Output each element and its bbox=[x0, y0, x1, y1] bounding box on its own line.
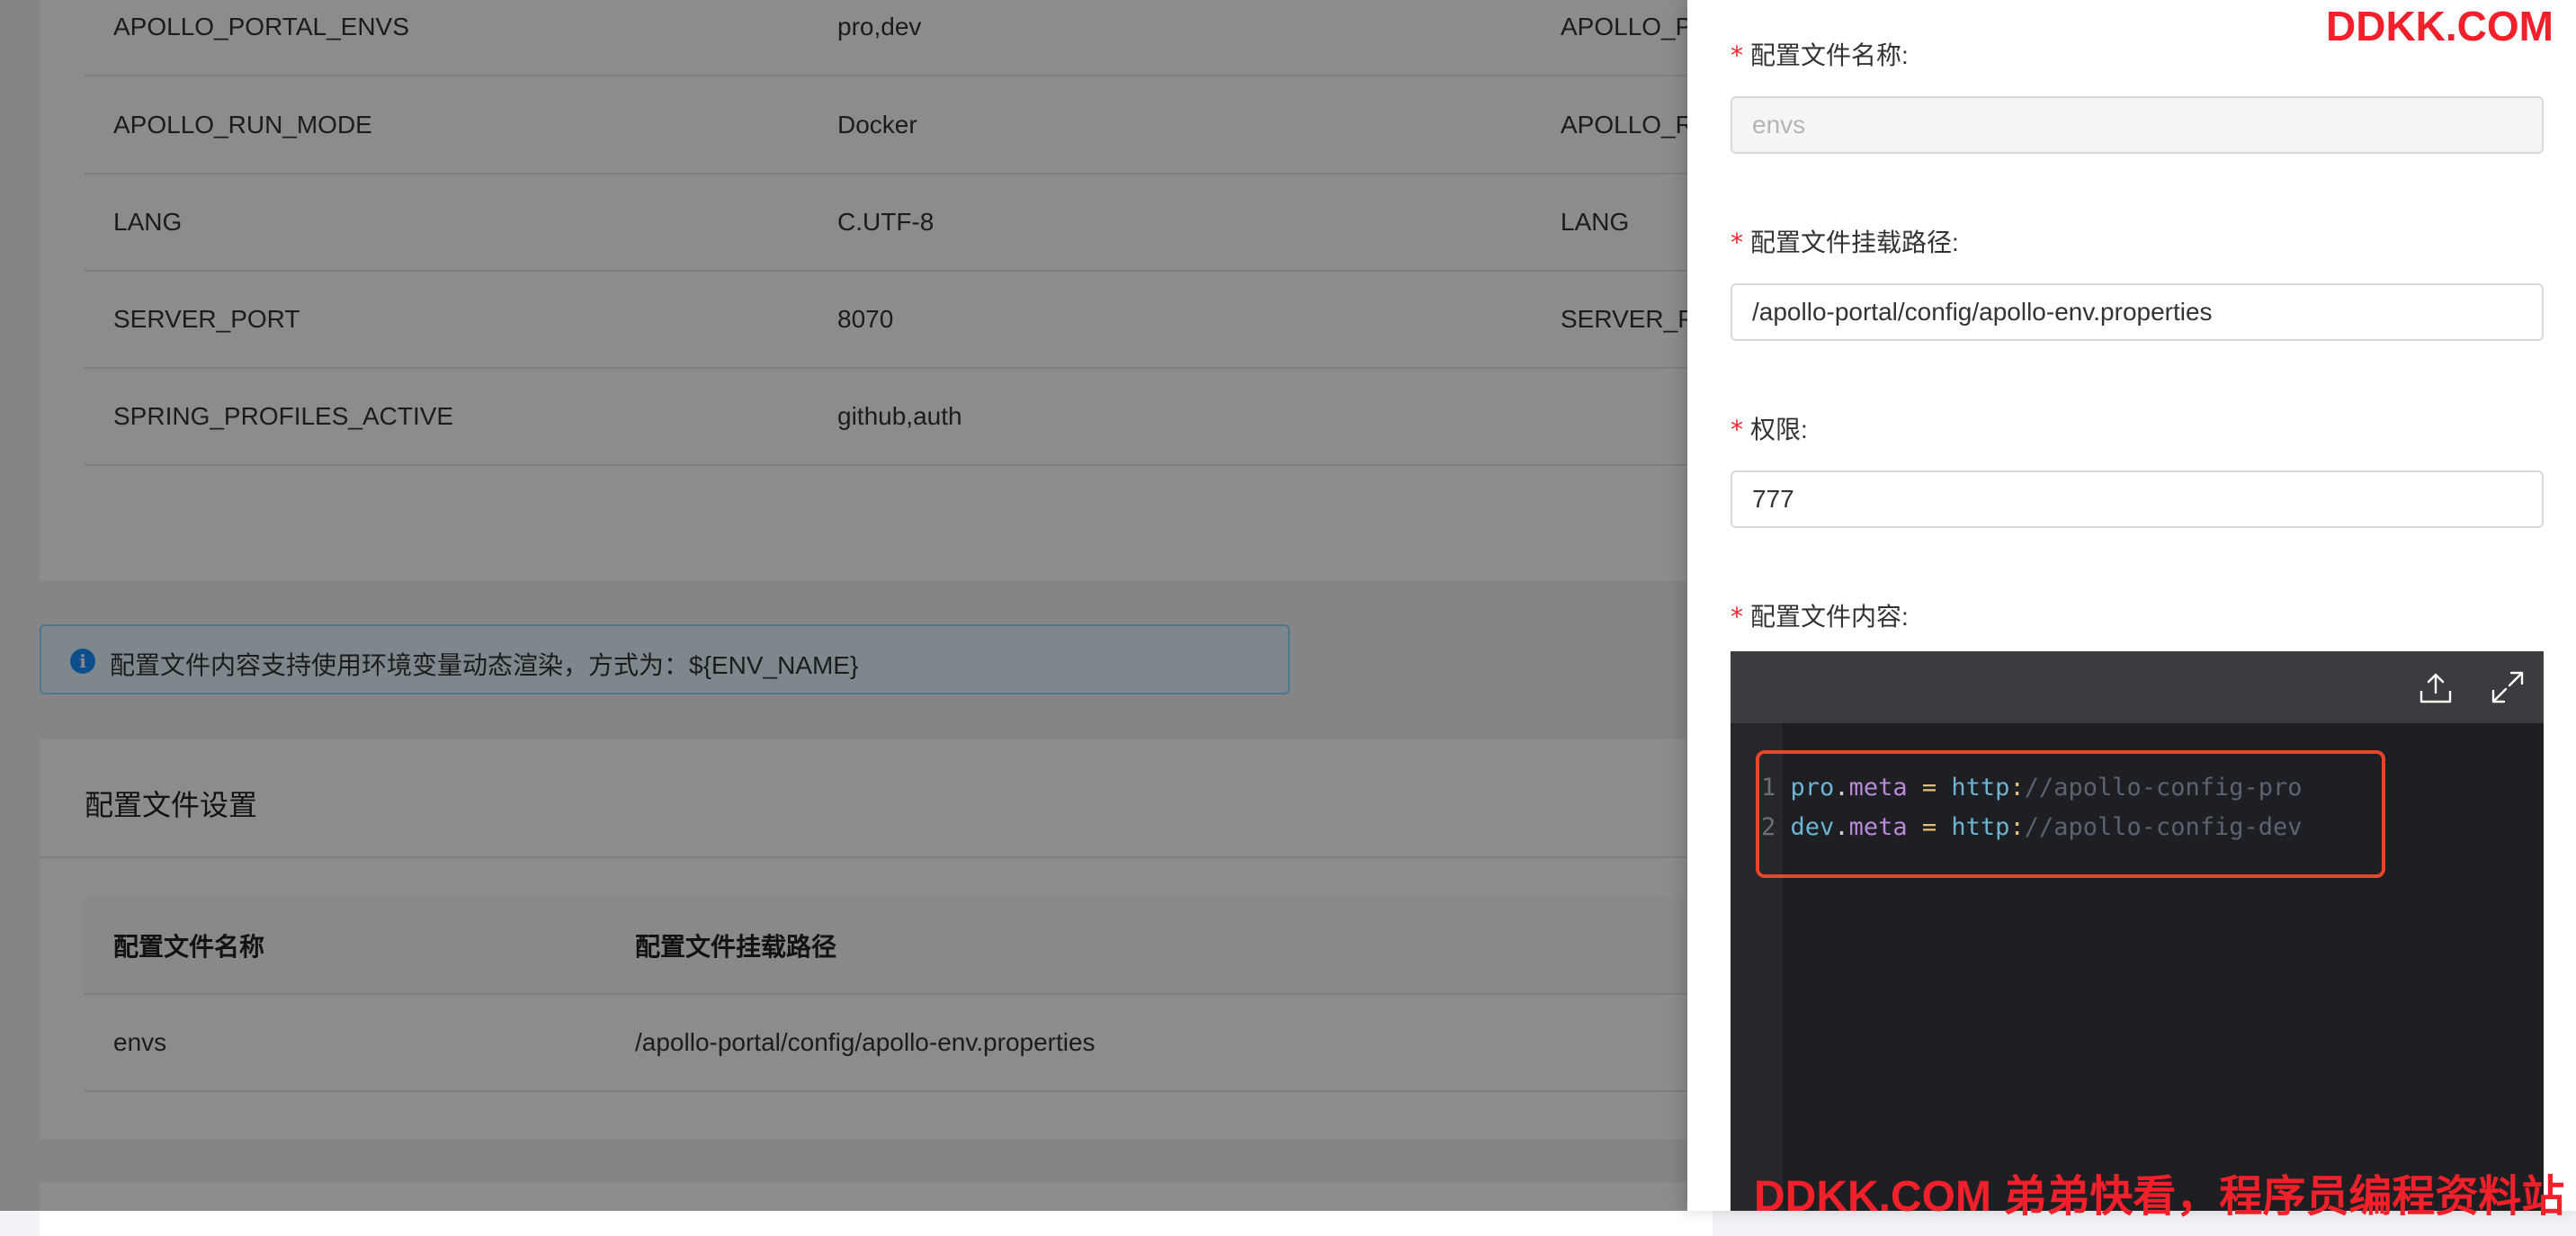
watermark-bottom: DDKK.COM 弟弟快看，程序员编程资料站 bbox=[1754, 1173, 2565, 1221]
code-line: 2 dev.meta = http://apollo-config-dev bbox=[1761, 813, 2303, 841]
upload-icon[interactable] bbox=[2418, 669, 2454, 705]
drawer-mask[interactable] bbox=[0, 0, 1687, 1211]
required-mark: * bbox=[1731, 415, 1743, 444]
required-mark: * bbox=[1731, 40, 1743, 70]
path-label: * 配置文件挂载路径: bbox=[1731, 228, 1959, 257]
config-file-drawer: *配置文件名称: *配置文件挂载路径: *权限: *配置文件内容: 1 pro.… bbox=[1687, 0, 2576, 1211]
code-line: 1 pro.meta = http://apollo-config-pro bbox=[1761, 774, 2303, 802]
permission-input[interactable] bbox=[1731, 470, 2544, 528]
watermark-top: DDKK.COM bbox=[2326, 3, 2554, 49]
mount-path-input[interactable] bbox=[1731, 283, 2544, 341]
required-mark: * bbox=[1731, 602, 1743, 631]
name-label: * 配置文件名称: bbox=[1731, 40, 1909, 70]
file-name-input bbox=[1731, 96, 2544, 154]
permission-label: * 权限: bbox=[1731, 415, 1808, 444]
content-label: * 配置文件内容: bbox=[1731, 602, 1909, 631]
fullscreen-icon[interactable] bbox=[2490, 669, 2526, 705]
editor-toolbar bbox=[1731, 651, 2544, 723]
required-mark: * bbox=[1731, 228, 1743, 257]
code-editor[interactable]: 1 pro.meta = http://apollo-config-pro 2 … bbox=[1731, 651, 2544, 1211]
